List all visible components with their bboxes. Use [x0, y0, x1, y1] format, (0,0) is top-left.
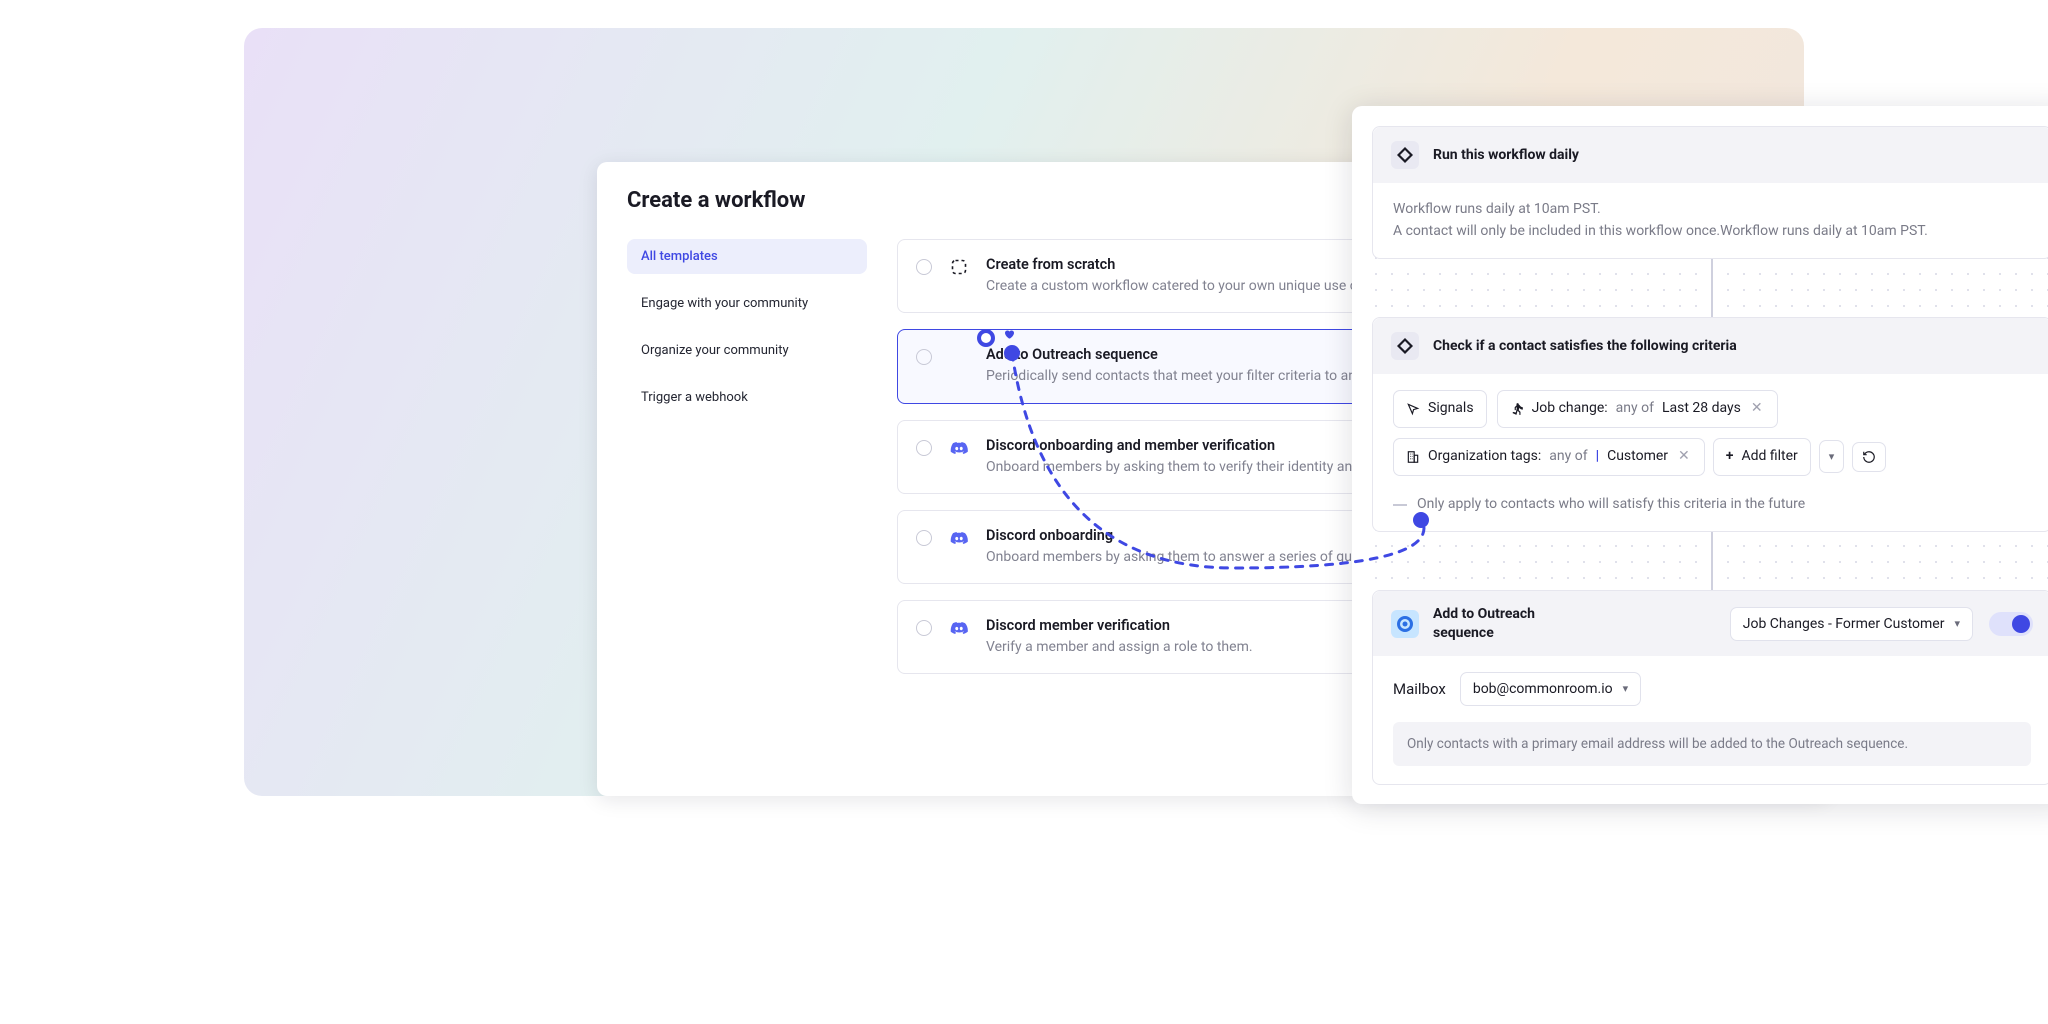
- outreach-badge-icon: [1391, 610, 1419, 638]
- mailbox-select[interactable]: bob@commonroom.io ▾: [1460, 672, 1641, 706]
- step-connector: [1711, 259, 1713, 317]
- discord-icon: [950, 439, 968, 457]
- step-connector: [1711, 532, 1713, 590]
- chevron-down-icon: ▾: [1623, 682, 1629, 695]
- filter-op: any of: [1549, 446, 1587, 468]
- workflow-detail-panel: Run this workflow daily Workflow runs da…: [1352, 106, 2048, 804]
- template-desc: Create a custom workflow catered to your…: [986, 276, 1383, 296]
- sidebar-item-engage[interactable]: Engage with your community: [627, 286, 867, 321]
- mailbox-value: bob@commonroom.io: [1473, 681, 1613, 697]
- filter-job-change[interactable]: Job change: any of Last 28 days ✕: [1497, 390, 1778, 428]
- future-note-text: Only apply to contacts who will satisfy …: [1417, 494, 1805, 516]
- chevron-down-icon: ▾: [1829, 448, 1835, 465]
- remove-filter-icon[interactable]: ✕: [1749, 398, 1765, 420]
- add-filter-button[interactable]: + Add filter: [1713, 438, 1811, 476]
- dash-icon: [1393, 504, 1407, 506]
- template-title: Discord member verification: [986, 617, 1253, 634]
- radio-unselected[interactable]: [916, 530, 932, 546]
- criteria-step-card: Check if a contact satisfies the followi…: [1372, 317, 2048, 532]
- undo-icon: [1862, 450, 1876, 464]
- filter-value: Customer: [1607, 446, 1668, 468]
- sidebar-item-organize[interactable]: Organize your community: [627, 333, 867, 368]
- radio-unselected[interactable]: [916, 259, 932, 275]
- decor-dot-start: [1004, 345, 1020, 361]
- criteria-title: Check if a contact satisfies the followi…: [1433, 338, 1737, 354]
- diamond-icon: [1391, 332, 1419, 360]
- trigger-step-card: Run this workflow daily Workflow runs da…: [1372, 126, 2048, 259]
- remove-filter-icon[interactable]: ✕: [1676, 446, 1692, 468]
- template-desc: Verify a member and assign a role to the…: [986, 637, 1253, 657]
- scratch-icon: [950, 258, 968, 276]
- discord-icon: [950, 619, 968, 637]
- filter-org-tags[interactable]: Organization tags: any of | Customer ✕: [1393, 438, 1705, 476]
- chevron-down-icon: ▾: [1954, 617, 1960, 630]
- action-title: Add to Outreach sequence: [1433, 605, 1573, 641]
- trigger-body-line1: Workflow runs daily at 10am PST.: [1393, 199, 2031, 221]
- trigger-title: Run this workflow daily: [1433, 147, 1579, 163]
- action-enabled-toggle[interactable]: [1989, 612, 2033, 636]
- filter-dropdown-button[interactable]: ▾: [1819, 440, 1845, 473]
- filter-label: Job change:: [1532, 398, 1608, 420]
- sidebar-item-webhook[interactable]: Trigger a webhook: [627, 380, 867, 415]
- diamond-icon: [1391, 141, 1419, 169]
- sequence-select[interactable]: Job Changes - Former Customer ▾: [1730, 607, 1973, 641]
- filter-op: any of: [1616, 398, 1654, 420]
- action-step-card: Add to Outreach sequence Job Changes - F…: [1372, 590, 2048, 785]
- discord-icon: [950, 529, 968, 547]
- radio-unselected[interactable]: [916, 620, 932, 636]
- action-info-text: Only contacts with a primary email addre…: [1393, 722, 2031, 766]
- decor-circle-icon: [977, 329, 995, 347]
- sequence-value: Job Changes - Former Customer: [1743, 616, 1945, 632]
- template-title: Create from scratch: [986, 256, 1383, 273]
- building-icon: [1406, 450, 1420, 464]
- radio-unselected[interactable]: [916, 440, 932, 456]
- decor-heart-icon: [1003, 325, 1013, 335]
- signals-label: Signals: [1428, 398, 1474, 420]
- walking-icon: [1510, 402, 1524, 416]
- filter-value: Last 28 days: [1662, 398, 1741, 420]
- filter-label: Organization tags:: [1428, 446, 1541, 468]
- text-cursor: |: [1596, 446, 1600, 468]
- cursor-icon: [1406, 402, 1420, 416]
- signals-chip[interactable]: Signals: [1393, 390, 1487, 428]
- mailbox-label: Mailbox: [1393, 680, 1446, 698]
- stage-background: Create a workflow All templates Engage w…: [244, 28, 1804, 796]
- trigger-body-line2: A contact will only be included in this …: [1393, 221, 2031, 243]
- radio-unselected[interactable]: [916, 349, 932, 365]
- plus-icon: +: [1726, 446, 1734, 468]
- template-category-list: All templates Engage with your community…: [627, 239, 867, 674]
- add-filter-label: Add filter: [1741, 446, 1797, 468]
- sidebar-item-all-templates[interactable]: All templates: [627, 239, 867, 274]
- decor-dot-end: [1413, 512, 1429, 528]
- reset-filters-button[interactable]: [1852, 442, 1886, 472]
